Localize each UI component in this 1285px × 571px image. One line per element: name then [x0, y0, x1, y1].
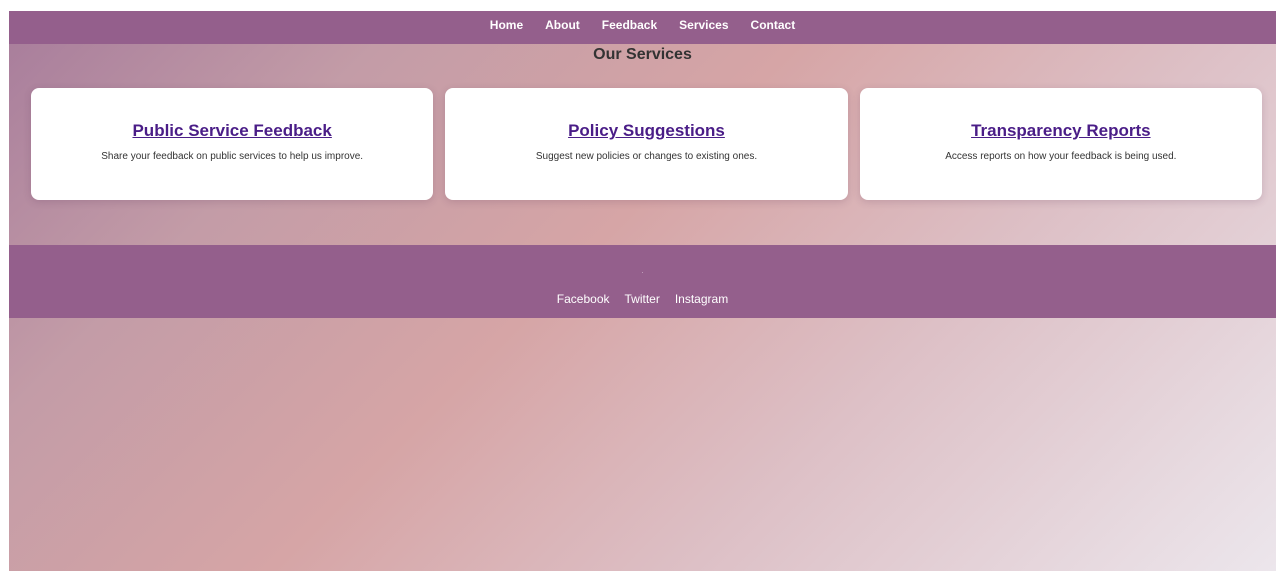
social-link-facebook[interactable]: Facebook [557, 292, 610, 306]
service-link-public-feedback[interactable]: Public Service Feedback [132, 121, 331, 141]
service-description: Suggest new policies or changes to exist… [535, 151, 758, 162]
service-description: Access reports on how your feedback is b… [945, 151, 1177, 162]
service-link-policy-suggestions[interactable]: Policy Suggestions [568, 121, 725, 141]
footer: . Facebook Twitter Instagram [9, 245, 1276, 318]
nav-link-home[interactable]: Home [490, 18, 523, 32]
nav-link-about[interactable]: About [545, 18, 580, 32]
footer-text: . [641, 269, 644, 275]
navbar: Home About Feedback Services Contact [9, 11, 1276, 44]
footer-social-links: Facebook Twitter Instagram [9, 292, 1276, 306]
service-card-public-feedback: Public Service Feedback Share your feedb… [31, 88, 434, 200]
service-link-transparency-reports[interactable]: Transparency Reports [971, 121, 1151, 141]
services-heading: Our Services [593, 46, 692, 63]
page-frame: Home About Feedback Services Contact Our… [9, 11, 1276, 571]
service-card-transparency-reports: Transparency Reports Access reports on h… [859, 88, 1262, 200]
services-cards: Public Service Feedback Share your feedb… [31, 88, 1262, 200]
social-link-instagram[interactable]: Instagram [675, 292, 728, 306]
nav-link-services[interactable]: Services [679, 18, 728, 32]
service-description: Share your feedback on public services t… [101, 151, 364, 162]
service-card-policy-suggestions: Policy Suggestions Suggest new policies … [445, 88, 848, 200]
social-link-twitter[interactable]: Twitter [625, 292, 660, 306]
nav-link-feedback[interactable]: Feedback [602, 18, 657, 32]
nav-link-contact[interactable]: Contact [751, 18, 796, 32]
